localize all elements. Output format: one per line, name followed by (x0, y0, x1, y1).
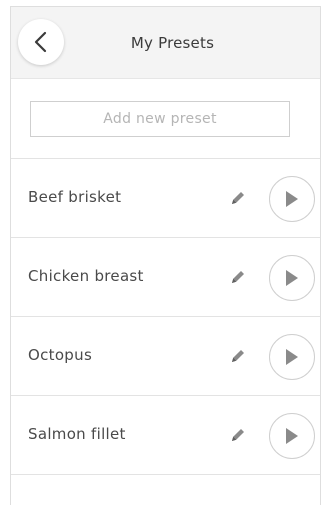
preset-list: Beef brisket Chicken breast Octopus Salm… (11, 159, 320, 475)
presets-screen: My Presets Add new preset Beef brisket C… (10, 6, 321, 505)
play-icon (286, 191, 298, 207)
preset-label: Beef brisket (28, 188, 122, 206)
pencil-icon[interactable] (229, 268, 247, 286)
play-button[interactable] (269, 255, 315, 301)
preset-row[interactable]: Octopus (11, 317, 320, 396)
preset-row[interactable]: Beef brisket (11, 159, 320, 238)
play-icon (286, 270, 298, 286)
play-icon (286, 349, 298, 365)
play-button[interactable] (269, 334, 315, 380)
play-button[interactable] (269, 176, 315, 222)
page-title: My Presets (130, 34, 215, 52)
pencil-icon[interactable] (229, 347, 247, 365)
play-button[interactable] (269, 413, 315, 459)
play-icon (286, 428, 298, 444)
preset-label: Chicken breast (28, 267, 144, 285)
preset-label: Salmon fillet (28, 425, 126, 443)
pencil-icon[interactable] (229, 426, 247, 444)
preset-row[interactable]: Salmon fillet (11, 396, 320, 475)
header-bar: My Presets (11, 7, 320, 79)
add-new-preset-button[interactable]: Add new preset (30, 101, 290, 137)
pencil-icon[interactable] (229, 189, 247, 207)
preset-label: Octopus (28, 346, 93, 364)
preset-row[interactable]: Chicken breast (11, 238, 320, 317)
